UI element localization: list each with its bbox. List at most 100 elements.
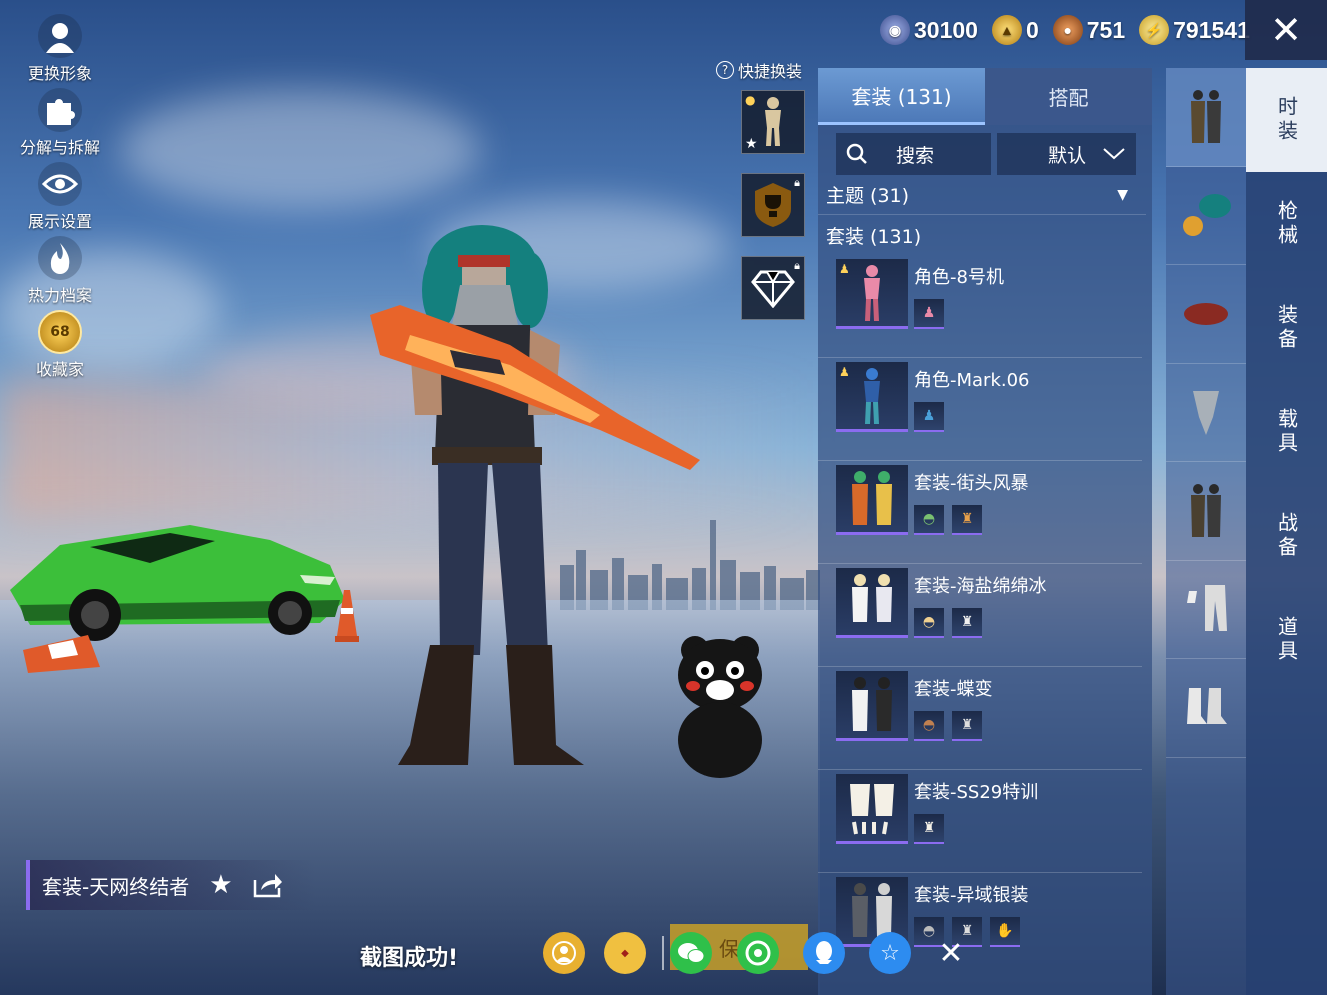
trophy-icon	[755, 183, 791, 227]
close-share-icon[interactable]: ✕	[930, 932, 972, 974]
player-character	[370, 225, 700, 765]
search-input[interactable]: 搜索	[836, 133, 992, 175]
nav-label: 装备	[1274, 304, 1299, 352]
list-item[interactable]: 套装-海盐绵绵冰 ◓ ♜	[818, 564, 1142, 667]
item-thumbnail: ♟	[836, 362, 908, 432]
list-item[interactable]: ♟ 角色-Mark.06 ♟	[818, 358, 1142, 461]
slot-top[interactable]	[1166, 462, 1246, 561]
qq-icon[interactable]	[803, 932, 845, 974]
nav-items[interactable]: 道具	[1246, 588, 1327, 692]
person-icon: ♟	[914, 299, 944, 329]
slot-headwear[interactable]	[1166, 167, 1246, 265]
wechat-icon[interactable]	[670, 932, 712, 974]
favorite-star-icon[interactable]: ★	[209, 870, 232, 900]
silver-coin-icon: ◉	[880, 15, 910, 45]
slot-full-outfit[interactable]	[1166, 68, 1246, 167]
share-export-icon[interactable]	[253, 872, 283, 898]
collector-label: 收藏家	[35, 360, 84, 379]
nav-label: 枪械	[1274, 200, 1299, 248]
item-title: 角色-Mark.06	[914, 370, 1030, 391]
top-outfit-icon	[1191, 483, 1221, 537]
list-item[interactable]: 套装-SS29特训 ♜	[818, 770, 1142, 873]
blue-character-icon	[864, 367, 880, 424]
person-tag-icon: ♟	[839, 262, 850, 276]
slot-tag-icon: ●	[745, 93, 756, 107]
sort-dropdown[interactable]: 默认	[997, 133, 1136, 175]
slot-shoes[interactable]	[1166, 659, 1246, 758]
current-outfit-bar: 套装-天网终结者 ★	[26, 860, 316, 910]
quick-slot-diamond[interactable]: 🔒︎	[741, 256, 805, 320]
quick-change-label[interactable]: ? 快捷换装	[716, 58, 802, 82]
heat-archive-button[interactable]: 热力档案	[14, 236, 106, 310]
search-placeholder: 搜索	[896, 144, 935, 167]
collector-level: 68	[50, 324, 70, 340]
outfit-icon: ♜	[952, 505, 982, 535]
list-item[interactable]: 套装-街头风暴 ◓ ♜	[818, 461, 1142, 564]
tab-mix-match[interactable]: 搭配	[985, 68, 1152, 125]
currency-gold-token[interactable]: ▲ 0	[991, 15, 1039, 45]
nav-battle-prep[interactable]: 战备	[1246, 484, 1327, 588]
share-divider	[662, 936, 664, 970]
list-item[interactable]: 套装-异域银装 ◓ ♜ ✋	[818, 873, 1142, 976]
close-button[interactable]: ✕	[1245, 0, 1327, 60]
nav-label: 道具	[1274, 616, 1299, 664]
scarf-mask-icon	[1193, 391, 1219, 436]
avatar-share-icon[interactable]	[543, 932, 585, 974]
full-outfit-icon	[1191, 89, 1221, 143]
star-icon: ★	[745, 136, 758, 152]
person-tag-icon: ♟	[839, 365, 850, 379]
theme-filter[interactable]: 主题 (31) ▼	[818, 175, 1146, 215]
lock-icon: 🔒︎	[794, 259, 800, 272]
theme-filter-label: 主题 (31)	[826, 185, 910, 207]
collector-button[interactable]: 68 收藏家	[14, 310, 106, 384]
nav-fashion[interactable]: 时装	[1246, 68, 1327, 172]
puzzle-icon	[38, 88, 82, 132]
tab-sets[interactable]: 套装 (131)	[818, 68, 985, 125]
search-row: 搜索 默认	[818, 125, 1152, 175]
person-icon: ♟	[914, 402, 944, 432]
moments-icon[interactable]	[737, 932, 779, 974]
qzone-icon[interactable]: ☆	[869, 932, 911, 974]
outfit-icon: ♜	[914, 814, 944, 844]
street-storm-outfit-icon	[852, 470, 892, 525]
item-thumbnail	[836, 671, 908, 741]
currency-bronze[interactable]: ● 751	[1052, 15, 1126, 45]
decompose-button[interactable]: 分解与拆解	[14, 88, 106, 162]
currency-silver[interactable]: ◉ 30100	[880, 15, 978, 45]
glove-icon: ✋	[990, 917, 1020, 947]
display-settings-button[interactable]: 展示设置	[14, 162, 106, 236]
item-title: 套装-异域银装	[914, 885, 1029, 906]
quick-slot-outfit[interactable]: ★ ●	[741, 90, 805, 154]
butterfly-outfit-icon	[852, 676, 892, 731]
close-icon: ✕	[1270, 8, 1302, 52]
slot-pants[interactable]	[1166, 561, 1246, 659]
slot-face[interactable]	[1166, 265, 1246, 364]
game-logo-icon[interactable]: ◆	[604, 932, 646, 974]
pants-icon	[1187, 585, 1227, 632]
quick-slot-trophy[interactable]: 🔒︎	[741, 173, 805, 237]
nav-vehicles[interactable]: 载具	[1246, 380, 1327, 484]
list-item[interactable]: 套装-蝶变 ◓ ♜	[818, 667, 1142, 770]
chevron-down-icon	[1103, 148, 1125, 160]
outfit-figure-icon	[765, 97, 781, 146]
boots-icon	[1187, 687, 1227, 724]
bronze-coin-icon: ●	[1052, 15, 1083, 45]
headwear-icon	[1183, 194, 1231, 237]
current-outfit-name: 套装-天网终结者	[42, 874, 190, 899]
nav-equipment[interactable]: 装备	[1246, 276, 1327, 380]
currency-lightning[interactable]: ⚡ 791541	[1139, 15, 1250, 45]
bronze-value: 751	[1086, 16, 1126, 43]
ss29-training-outfit-icon	[850, 783, 894, 834]
change-avatar-label: 更换形象	[27, 64, 92, 83]
item-title: 套装-街头风暴	[914, 473, 1029, 494]
item-thumbnail: ♟	[836, 259, 908, 329]
slot-mask[interactable]	[1166, 364, 1246, 462]
sea-salt-outfit-icon	[852, 573, 892, 622]
change-avatar-button[interactable]: 更换形象	[14, 14, 106, 88]
slot-category-column	[1166, 68, 1246, 995]
eye-icon	[38, 162, 82, 206]
screenshot-success-message: 截图成功!	[360, 946, 459, 971]
list-item[interactable]: ♟ 角色-8号机 ♟	[818, 255, 1142, 358]
display-settings-label: 展示设置	[27, 212, 92, 231]
nav-firearms[interactable]: 枪械	[1246, 172, 1327, 276]
